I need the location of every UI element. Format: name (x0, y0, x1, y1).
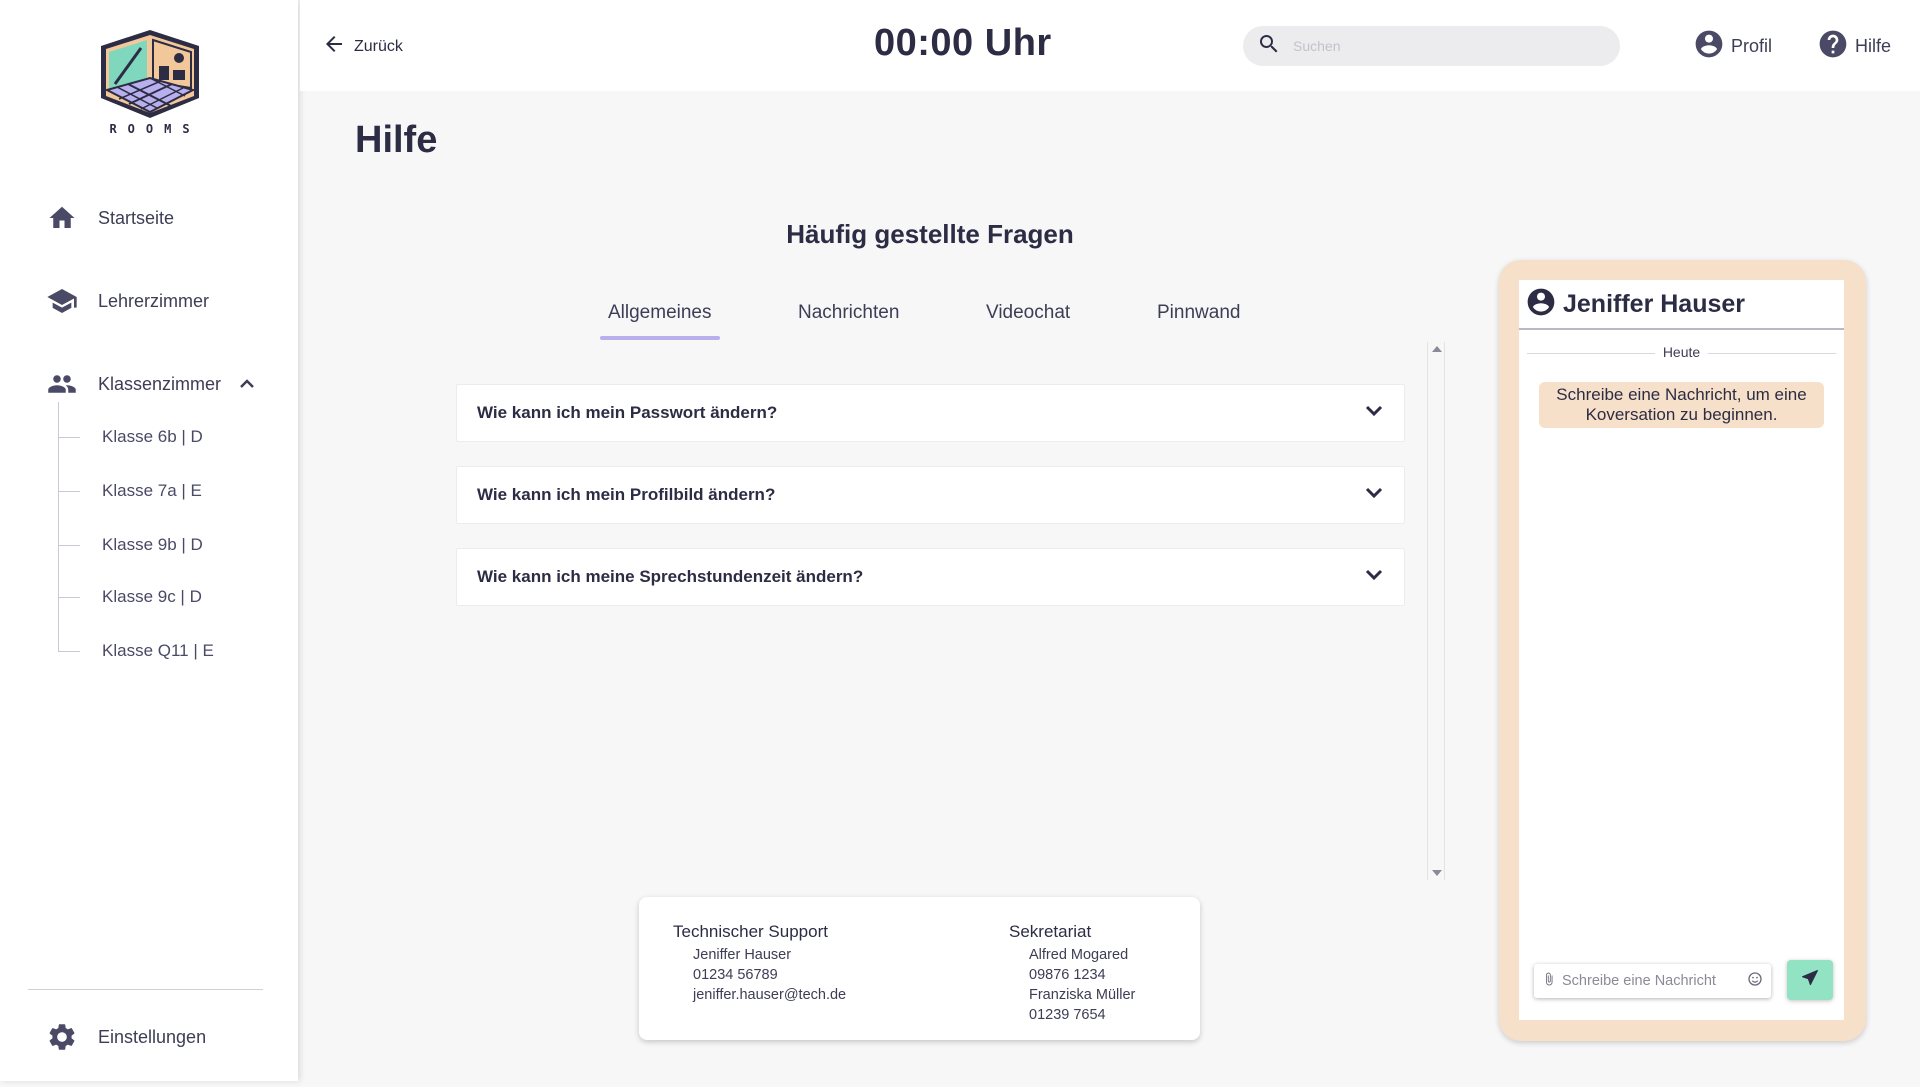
logo-wordmark: ROOMS (109, 122, 201, 136)
chat-widget: Jeniffer Hauser Heute Schreibe eine Nach… (1499, 260, 1866, 1041)
emoji-icon[interactable] (1747, 971, 1763, 992)
sidebar-class-item[interactable]: Klasse 9c | D (58, 582, 202, 612)
profile-label: Profil (1731, 36, 1773, 56)
paperclip-icon[interactable] (1542, 971, 1556, 992)
tree-connector (58, 650, 80, 652)
sidebar-item-label: Klassenzimmer (98, 373, 222, 394)
send-button[interactable] (1787, 960, 1833, 1000)
help-label: Hilfe (1855, 36, 1892, 56)
tree-connector (58, 544, 80, 546)
scroll-down-arrow[interactable] (1432, 870, 1442, 876)
sidebar-item-label: Lehrerzimmer (98, 290, 210, 311)
class-label: Klasse 7a | E (102, 481, 202, 500)
faq-accordion-item[interactable]: Wie kann ich meine Sprechstundenzeit änd… (456, 548, 1405, 606)
contact-card: Technischer Support Jeniffer Hauser 0123… (639, 897, 1200, 1040)
tab-videochat[interactable]: Videochat (978, 300, 1078, 340)
search-input[interactable] (1293, 38, 1593, 54)
chevron-down-icon[interactable] (1364, 568, 1384, 587)
chat-hint-bubble: Schreibe eine Nachricht, um eine Koversa… (1539, 382, 1824, 428)
class-label: Klasse 6b | D (102, 427, 203, 446)
sidebar-item-einstellungen[interactable]: Einstellungen (44, 1017, 206, 1057)
graduation-cap-icon (44, 286, 80, 316)
contact-heading: Sekretariat (1009, 922, 1092, 941)
faq-accordion-item[interactable]: Wie kann ich mein Profilbild ändern? (456, 466, 1405, 524)
faq-question: Wie kann ich mein Passwort ändern? (477, 403, 778, 422)
day-label: Heute (1519, 344, 1844, 360)
sidebar-item-klassenzimmer[interactable]: Klassenzimmer (44, 364, 255, 404)
sidebar-class-item[interactable]: Klasse 7a | E (58, 476, 202, 506)
chat-contact-name: Jeniffer Hauser (1563, 289, 1746, 318)
contact-secretariat: Sekretariat Alfred Mogared 09876 1234 Fr… (1009, 922, 1135, 1025)
clock: 00:00 Uhr (874, 22, 1052, 64)
gear-icon (44, 1022, 80, 1052)
tab-pinnwand[interactable]: Pinnwand (1149, 300, 1248, 340)
profile-link[interactable]: Profil (1693, 28, 1772, 65)
search-bar[interactable] (1243, 26, 1620, 66)
back-button[interactable]: Zurück (322, 32, 403, 61)
search-icon (1257, 32, 1281, 61)
faq-accordion-item[interactable]: Wie kann ich mein Passwort ändern? (456, 384, 1405, 442)
tree-connector (58, 596, 80, 598)
sidebar-class-item[interactable]: Klasse 6b | D (58, 422, 203, 452)
contact-heading: Technischer Support (673, 922, 828, 941)
sidebar-class-item[interactable]: Klasse Q11 | E (58, 636, 214, 666)
sidebar-item-lehrerzimmer[interactable]: Lehrerzimmer (44, 281, 209, 321)
faq-question: Wie kann ich meine Sprechstundenzeit änd… (477, 567, 864, 586)
contact-name: Alfred Mogared (1029, 947, 1129, 963)
tab-nachrichten[interactable]: Nachrichten (790, 300, 907, 340)
help-link[interactable]: Hilfe (1817, 28, 1891, 65)
send-icon (1800, 968, 1820, 993)
sidebar-divider (28, 989, 263, 990)
contact-phone: 09876 1234 (1029, 967, 1106, 983)
class-label: Klasse 9c | D (102, 587, 202, 606)
class-label: Klasse Q11 | E (102, 641, 214, 660)
chat-message-input[interactable] (1562, 973, 1747, 989)
contact-name: Jeniffer Hauser (693, 947, 792, 963)
class-label: Klasse 9b | D (102, 535, 203, 554)
help-circle-icon (1817, 28, 1855, 65)
back-label: Zurück (354, 37, 403, 55)
faq-scrollbar[interactable] (1427, 342, 1445, 880)
sidebar-item-startseite[interactable]: Startseite (44, 198, 174, 238)
scroll-up-arrow[interactable] (1432, 346, 1442, 352)
contact-email[interactable]: jeniffer.hauser@tech.de (673, 985, 846, 1005)
sidebar-item-label: Startseite (98, 207, 175, 228)
contact-phone: 01239 7654 (1029, 1007, 1106, 1023)
page-title: Hilfe (355, 119, 438, 161)
home-icon (44, 203, 80, 233)
contact-tech-support: Technischer Support Jeniffer Hauser 0123… (673, 922, 846, 1005)
contact-phone: 01234 56789 (693, 967, 778, 983)
faq-title: Häufig gestellte Fragen (786, 219, 1074, 249)
sidebar-item-label: Einstellungen (98, 1026, 207, 1047)
chevron-down-icon[interactable] (1364, 486, 1384, 505)
people-icon (44, 369, 80, 399)
chevron-up-icon[interactable] (239, 374, 255, 395)
account-circle-icon (1525, 286, 1557, 323)
chat-header: Jeniffer Hauser (1519, 280, 1844, 330)
tab-allgemeines[interactable]: Allgemeines (600, 300, 720, 340)
sidebar: ROOMS Startseite Lehrerzimmer Klassenzim… (0, 0, 298, 1081)
top-bar: Zurück 00:00 Uhr Profil Hilfe (300, 0, 1920, 91)
chat-panel: Jeniffer Hauser Heute Schreibe eine Nach… (1519, 280, 1844, 1020)
contact-name: Franziska Müller (1029, 987, 1136, 1003)
tree-connector (58, 436, 80, 438)
faq-question: Wie kann ich mein Profilbild ändern? (477, 485, 776, 504)
chat-input-box[interactable] (1534, 964, 1771, 998)
sidebar-class-item[interactable]: Klasse 9b | D (58, 530, 203, 560)
account-circle-icon (1693, 28, 1731, 65)
tree-connector (58, 490, 80, 492)
chevron-down-icon[interactable] (1364, 404, 1384, 423)
arrow-left-icon (322, 32, 354, 61)
